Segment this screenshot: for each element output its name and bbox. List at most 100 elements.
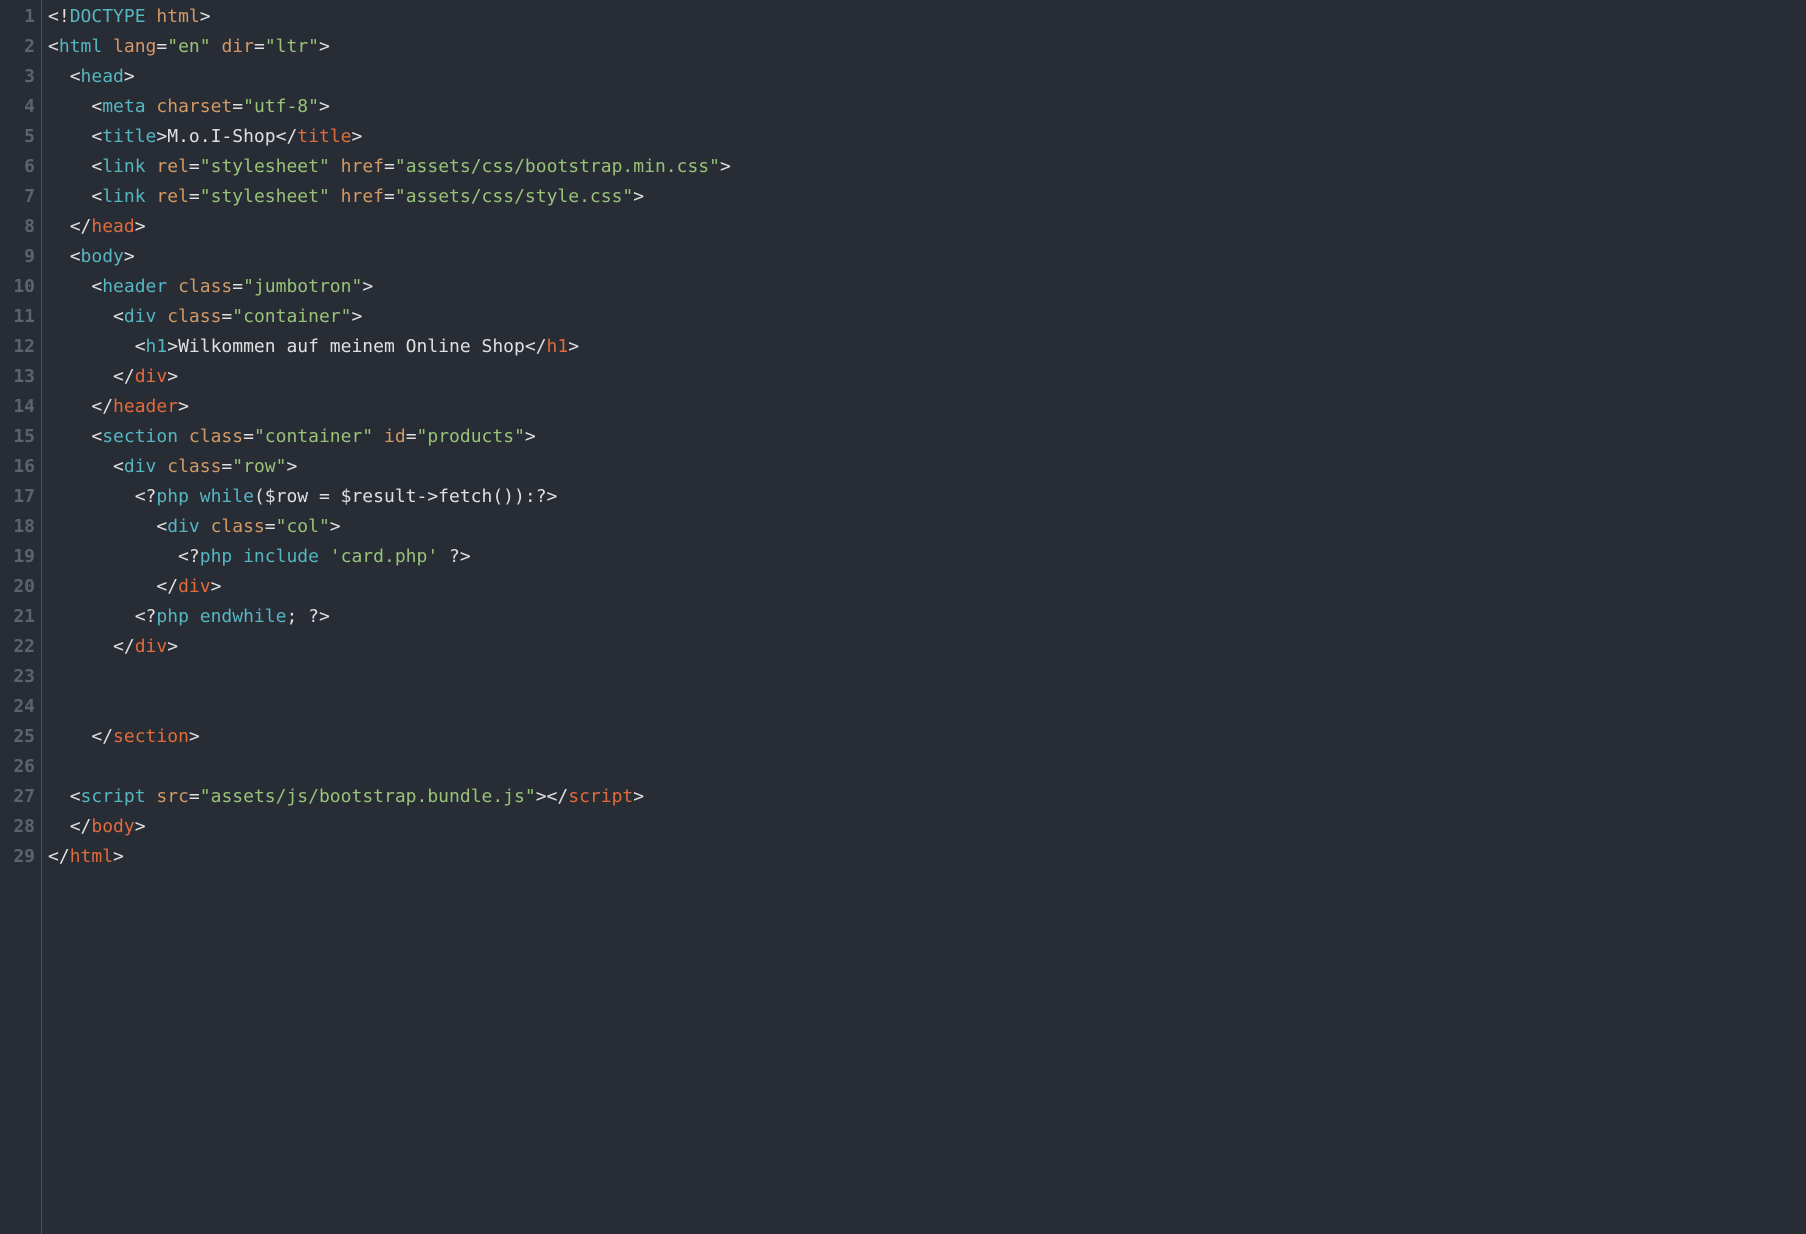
token-text [48,156,91,177]
token-string: "jumbotron" [243,276,362,297]
token-punct: = [189,156,200,177]
token-keyword: while [200,486,254,507]
line-number: 16 [0,452,41,482]
code-line[interactable]: <section class="container" id="products"… [48,422,1806,452]
token-text [48,786,70,807]
code-line[interactable]: <head> [48,62,1806,92]
token-punct: > [113,846,124,867]
code-line[interactable] [48,662,1806,692]
token-text [211,36,222,57]
token-punct: </ [113,366,135,387]
code-line[interactable]: </body> [48,812,1806,842]
code-text-area[interactable]: <!DOCTYPE html><html lang="en" dir="ltr"… [42,0,1806,1234]
token-text [102,36,113,57]
code-line[interactable]: </div> [48,572,1806,602]
token-punct: ?> [449,546,471,567]
token-text [48,456,113,477]
token-punct: </ [276,126,298,147]
code-line[interactable] [48,752,1806,782]
token-text [200,516,211,537]
code-line[interactable]: <link rel="stylesheet" href="assets/css/… [48,152,1806,182]
code-line[interactable]: </head> [48,212,1806,242]
line-number: 5 [0,122,41,152]
code-line[interactable]: <meta charset="utf-8"> [48,92,1806,122]
token-keyword: include [243,546,319,567]
code-line[interactable]: <script src="assets/js/bootstrap.bundle.… [48,782,1806,812]
code-line[interactable]: </div> [48,632,1806,662]
token-punct: ></ [536,786,569,807]
line-number: 3 [0,62,41,92]
token-text [48,516,156,537]
token-tag-blue: section [102,426,178,447]
token-punct: < [48,36,59,57]
code-line[interactable]: <header class="jumbotron"> [48,272,1806,302]
code-line[interactable]: </div> [48,362,1806,392]
token-punct: </ [113,636,135,657]
code-line[interactable]: <div class="container"> [48,302,1806,332]
token-attr: class [178,276,232,297]
token-tag-orange: html [70,846,113,867]
token-tag-blue: link [102,186,145,207]
token-tag-orange: div [135,636,168,657]
token-text: M.o.I-Shop [167,126,275,147]
token-text: ($row = $result->fetch()): [254,486,536,507]
token-punct: < [70,246,81,267]
token-punct: </ [48,846,70,867]
token-punct: = [254,36,265,57]
code-line[interactable]: </section> [48,722,1806,752]
code-line[interactable]: </html> [48,842,1806,872]
token-punct: = [221,456,232,477]
token-punct: = [406,426,417,447]
code-line[interactable]: </header> [48,392,1806,422]
code-line[interactable]: <body> [48,242,1806,272]
token-text [48,396,91,417]
code-line[interactable]: <h1>Wilkommen auf meinem Online Shop</h1… [48,332,1806,362]
code-line[interactable]: <title>M.o.I-Shop</title> [48,122,1806,152]
token-punct: </ [525,336,547,357]
token-text [330,156,341,177]
token-punct: = [232,276,243,297]
token-tag-blue: div [124,306,157,327]
token-punct: </ [91,726,113,747]
line-number: 1 [0,2,41,32]
token-text [48,336,135,357]
token-tag-blue: h1 [146,336,168,357]
line-number: 11 [0,302,41,332]
token-string: "row" [232,456,286,477]
token-attr: class [211,516,265,537]
token-text [178,426,189,447]
token-punct: > [319,96,330,117]
token-string: "en" [167,36,210,57]
token-attr: href [341,186,384,207]
line-number: 10 [0,272,41,302]
token-tag-blue: title [102,126,156,147]
code-line[interactable]: <?php while($row = $result->fetch()):?> [48,482,1806,512]
code-line[interactable]: <link rel="stylesheet" href="assets/css/… [48,182,1806,212]
token-text [48,186,91,207]
token-tag-orange: h1 [547,336,569,357]
token-text [146,786,157,807]
code-line[interactable]: <html lang="en" dir="ltr"> [48,32,1806,62]
code-line[interactable]: <div class="row"> [48,452,1806,482]
code-line[interactable]: <?php include 'card.php' ?> [48,542,1806,572]
code-line[interactable] [48,692,1806,722]
line-number: 8 [0,212,41,242]
token-tag-orange: head [91,216,134,237]
token-tag-blue: php [200,546,233,567]
code-line[interactable]: <div class="col"> [48,512,1806,542]
line-number: 24 [0,692,41,722]
token-tag-blue: head [81,66,124,87]
token-punct: > [178,396,189,417]
token-string: "stylesheet" [200,186,330,207]
token-text [146,96,157,117]
code-line[interactable]: <!DOCTYPE html> [48,2,1806,32]
token-punct: <? [135,486,157,507]
token-punct: > [720,156,731,177]
token-punct: <! [48,6,70,27]
code-line[interactable]: <?php endwhile; ?> [48,602,1806,632]
line-number: 21 [0,602,41,632]
token-string: "col" [276,516,330,537]
token-attr: class [189,426,243,447]
token-tag-blue: div [124,456,157,477]
token-string: 'card.php' [330,546,438,567]
